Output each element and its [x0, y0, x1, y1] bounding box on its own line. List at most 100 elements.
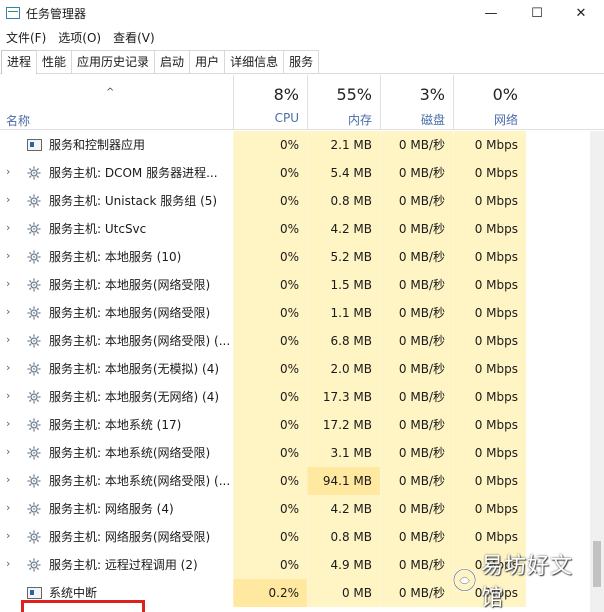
cell-mem: 0 MB — [307, 579, 380, 607]
cell-disk: 0 MB/秒 — [380, 495, 453, 523]
table-row[interactable]: › 服务主机: DCOM 服务器进程... 0% 5.4 MB 0 MB/秒 0 Mbps — [0, 159, 604, 187]
window-app-icon — [27, 139, 42, 151]
scrollbar-thumb[interactable] — [593, 541, 601, 587]
tab-services[interactable]: 服务 — [283, 50, 320, 73]
column-disk-header[interactable]: 3% 磁盘 — [380, 75, 453, 129]
window-app-icon — [27, 587, 42, 599]
tab-details[interactable]: 详细信息 — [224, 50, 285, 73]
cell-disk: 0 MB/秒 — [380, 327, 453, 355]
table-row[interactable]: › 服务主机: 本地服务(网络受限) 0% 1.1 MB 0 MB/秒 0 Mbps — [0, 299, 604, 327]
cell-mem: 5.4 MB — [307, 159, 380, 187]
cell-disk: 0 MB/秒 — [380, 215, 453, 243]
menu-options[interactable]: 选项(O) — [52, 28, 107, 48]
memory-total-percent: 55% — [336, 85, 372, 104]
cpu-label: CPU — [274, 111, 299, 125]
cell-net: 0 Mbps — [453, 131, 526, 159]
process-name: 服务主机: Unistack 服务组 (5) — [49, 194, 218, 208]
maximize-button[interactable]: ☐ — [514, 0, 560, 26]
process-name: 服务主机: 本地系统 (17) — [49, 418, 182, 432]
table-row[interactable]: › 服务主机: 本地系统(网络受限) 0% 3.1 MB 0 MB/秒 0 Mbps — [0, 439, 604, 467]
gear-icon — [26, 417, 42, 433]
disk-label: 磁盘 — [420, 113, 445, 127]
chevron-right-icon[interactable]: › — [6, 166, 16, 178]
cell-cpu: 0% — [233, 299, 307, 327]
table-row[interactable]: › 服务主机: 本地服务(网络受限) (... 0% 6.8 MB 0 MB/秒 0 Mb… — [0, 327, 604, 355]
sort-indicator-icon[interactable]: ^ — [106, 87, 114, 98]
gear-icon — [26, 501, 42, 517]
cell-mem: 1.5 MB — [307, 271, 380, 299]
task-manager-app-icon — [6, 7, 20, 19]
cell-disk: 0 MB/秒 — [380, 383, 453, 411]
cell-cpu: 0% — [233, 495, 307, 523]
cell-mem: 0.8 MB — [307, 187, 380, 215]
table-row[interactable]: 服务和控制器应用 0% 2.1 MB 0 MB/秒 0 Mbps — [0, 131, 604, 159]
table-row[interactable]: › 服务主机: 本地服务(无网络) (4) 0% 17.3 MB 0 MB/秒 0 Mbp… — [0, 383, 604, 411]
chevron-right-icon[interactable]: › — [6, 418, 16, 430]
menu-view[interactable]: 查看(V) — [107, 28, 161, 48]
table-row[interactable]: › 服务主机: 本地服务(无模拟) (4) 0% 2.0 MB 0 MB/秒 0 Mbps — [0, 355, 604, 383]
cell-net: 0 Mbps — [453, 215, 526, 243]
cell-cpu: 0% — [233, 383, 307, 411]
tab-performance[interactable]: 性能 — [36, 50, 73, 73]
cell-net: 0 Mbps — [453, 495, 526, 523]
process-name: 服务主机: 本地服务(网络受限) — [49, 278, 211, 292]
chevron-right-icon[interactable]: › — [6, 390, 16, 402]
tab-startup[interactable]: 启动 — [154, 50, 191, 73]
process-name: 服务和控制器应用 — [49, 138, 146, 152]
minimize-button[interactable]: — — [468, 0, 514, 26]
table-row[interactable]: › 服务主机: Unistack 服务组 (5) 0% 0.8 MB 0 MB/秒 0 M… — [0, 187, 604, 215]
process-name: 服务主机: 远程过程调用 (2) — [49, 558, 198, 572]
cell-cpu: 0% — [233, 551, 307, 579]
column-memory-header[interactable]: 55% 内存 — [307, 75, 380, 129]
tab-app-history[interactable]: 应用历史记录 — [71, 50, 156, 73]
cell-disk: 0 MB/秒 — [380, 551, 453, 579]
chevron-right-icon[interactable]: › — [6, 502, 16, 514]
chevron-right-icon[interactable]: › — [6, 222, 16, 234]
tab-users[interactable]: 用户 — [189, 50, 226, 73]
chevron-right-icon[interactable]: › — [6, 334, 16, 346]
window-title: 任务管理器 — [26, 6, 87, 21]
table-row[interactable]: › 服务主机: 本地服务(网络受限) 0% 1.5 MB 0 MB/秒 0 Mbps — [0, 271, 604, 299]
vertical-scrollbar[interactable] — [590, 131, 604, 612]
cell-cpu: 0% — [233, 411, 307, 439]
chevron-right-icon[interactable]: › — [6, 474, 16, 486]
process-name: 服务主机: UtcSvc — [49, 222, 147, 236]
close-button[interactable]: ✕ — [558, 0, 604, 26]
cell-cpu: 0% — [233, 243, 307, 271]
cell-mem: 0.8 MB — [307, 523, 380, 551]
cell-net: 0 Mbps — [453, 187, 526, 215]
chevron-right-icon[interactable]: › — [6, 446, 16, 458]
tab-processes[interactable]: 进程 — [1, 50, 38, 74]
menu-file[interactable]: 文件(F) — [0, 28, 52, 48]
network-label: 网络 — [493, 113, 518, 127]
table-row[interactable]: › 服务主机: 网络服务(网络受限) 0% 0.8 MB 0 MB/秒 0 Mbps — [0, 523, 604, 551]
column-network-header[interactable]: 0% 网络 — [453, 75, 526, 129]
table-row[interactable]: › 服务主机: 网络服务 (4) 0% 4.2 MB 0 MB/秒 0 Mbps — [0, 495, 604, 523]
table-row[interactable]: › 服务主机: 本地服务 (10) 0% 5.2 MB 0 MB/秒 0 Mbps — [0, 243, 604, 271]
chevron-right-icon[interactable]: › — [6, 194, 16, 206]
chevron-right-icon[interactable]: › — [6, 278, 16, 290]
chevron-right-icon[interactable]: › — [6, 362, 16, 374]
table-row[interactable]: › 服务主机: 本地系统 (17) 0% 17.2 MB 0 MB/秒 0 Mbps — [0, 411, 604, 439]
gear-icon — [26, 305, 42, 321]
column-cpu-header[interactable]: 8% CPU — [233, 75, 307, 129]
table-row[interactable]: › 服务主机: UtcSvc 0% 4.2 MB 0 MB/秒 0 Mbps — [0, 215, 604, 243]
cell-cpu: 0.2% — [233, 579, 307, 607]
cell-cpu: 0% — [233, 159, 307, 187]
process-name: 服务主机: 本地系统(网络受限) (... — [49, 474, 231, 488]
column-name-header[interactable]: 名称 — [6, 112, 30, 129]
cell-mem: 3.1 MB — [307, 439, 380, 467]
cell-net: 0 Mbps — [453, 271, 526, 299]
cell-mem: 5.2 MB — [307, 243, 380, 271]
cell-cpu: 0% — [233, 131, 307, 159]
chevron-right-icon[interactable]: › — [6, 250, 16, 262]
gear-icon — [26, 389, 42, 405]
highlight-annotation — [21, 600, 145, 612]
cell-cpu: 0% — [233, 467, 307, 495]
chevron-right-icon[interactable]: › — [6, 306, 16, 318]
cell-mem: 2.0 MB — [307, 355, 380, 383]
chevron-right-icon[interactable]: › — [6, 558, 16, 570]
chevron-right-icon[interactable]: › — [6, 530, 16, 542]
cell-mem: 4.2 MB — [307, 495, 380, 523]
table-row[interactable]: › 服务主机: 本地系统(网络受限) (... 0% 94.1 MB 0 MB/秒 0 M… — [0, 467, 604, 495]
